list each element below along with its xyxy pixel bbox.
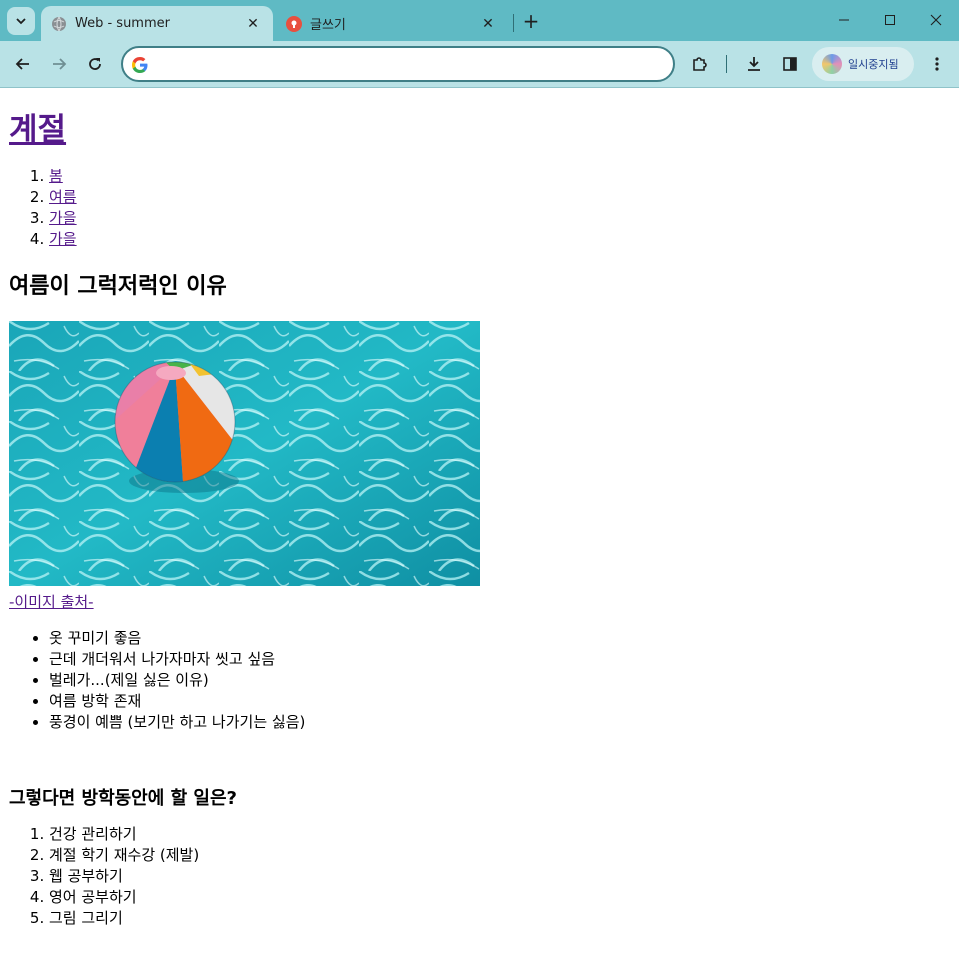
tab-search-button[interactable] <box>7 7 35 35</box>
back-button[interactable] <box>10 51 36 77</box>
menu-button[interactable] <box>924 51 950 77</box>
nav-link-summer[interactable]: 여름 <box>49 188 77 206</box>
address-bar[interactable] <box>121 46 675 82</box>
close-tab-icon[interactable]: ✕ <box>478 14 498 34</box>
google-icon <box>132 57 148 73</box>
nav-link-spring[interactable]: 봄 <box>49 167 63 185</box>
tab-divider <box>513 14 514 32</box>
list-item: 옷 꾸미기 좋음 <box>49 628 950 649</box>
list-item: 그림 그리기 <box>49 908 950 929</box>
address-input[interactable] <box>157 54 657 74</box>
list-item: 건강 관리하기 <box>49 824 950 845</box>
list-item: 가을 <box>49 208 950 229</box>
arrow-left-icon <box>15 58 29 70</box>
avatar <box>822 54 842 74</box>
toolbar-divider <box>726 55 727 73</box>
beach-ball-pool-image <box>9 321 480 586</box>
tab-writing[interactable]: 글쓰기 ✕ <box>276 6 508 41</box>
chevron-down-icon <box>16 18 26 25</box>
profile-button[interactable]: 일시중지됨 <box>812 47 914 81</box>
site-title-link[interactable]: 계절 <box>9 112 66 148</box>
reload-button[interactable] <box>82 51 108 77</box>
more-vert-icon <box>935 57 939 71</box>
list-item: 여름 방학 존재 <box>49 691 950 712</box>
close-tab-icon[interactable]: ✕ <box>243 14 263 34</box>
list-item: 웹 공부하기 <box>49 866 950 887</box>
tab-strip: Web - summer ✕ 글쓰기 ✕ + <box>0 0 959 41</box>
extensions-button[interactable] <box>687 51 713 77</box>
tab-title: 글쓰기 <box>310 18 346 33</box>
maximize-button[interactable] <box>867 0 913 40</box>
close-window-button[interactable] <box>913 0 959 40</box>
side-panel-button[interactable] <box>777 51 803 77</box>
list-item: 가을 <box>49 229 950 250</box>
list-item: 풍경이 예쁨 (보기만 하고 나가기는 싫음) <box>49 712 950 733</box>
toolbar: 일시중지됨 <box>0 41 959 88</box>
puzzle-icon <box>693 57 707 71</box>
section-heading: 여름이 그럭저럭인 이유 <box>9 274 227 299</box>
blog-icon <box>286 15 302 32</box>
page-content: 계절 봄 여름 가을 가을 여름이 그럭저럭인 이유 <box>0 89 959 956</box>
section-subheading: 그렇다면 방학동안에 할 일은? <box>9 788 237 809</box>
minimize-button[interactable] <box>821 0 867 40</box>
close-icon <box>930 14 942 26</box>
tab-web-summer[interactable]: Web - summer ✕ <box>41 6 273 41</box>
download-icon <box>748 57 760 71</box>
reload-icon <box>89 58 101 70</box>
nav-link-autumn[interactable]: 가을 <box>49 209 77 227</box>
list-item: 여름 <box>49 187 950 208</box>
plans-list: 건강 관리하기 계절 학기 재수강 (제발) 웹 공부하기 영어 공부하기 그림… <box>9 824 950 929</box>
image-credit-link[interactable]: -이미지 출처- <box>9 591 950 613</box>
minimize-icon <box>839 19 849 21</box>
reasons-list: 옷 꾸미기 좋음 근데 개더워서 나가자마자 씻고 싶음 벌레가...(제일 싫… <box>9 628 950 733</box>
tab-title: Web - summer <box>75 16 170 31</box>
list-item: 영어 공부하기 <box>49 887 950 908</box>
list-item: 봄 <box>49 166 950 187</box>
downloads-button[interactable] <box>741 51 767 77</box>
profile-label: 일시중지됨 <box>848 58 899 71</box>
side-panel-icon <box>783 57 797 71</box>
forward-button[interactable] <box>46 51 72 77</box>
site-title: 계절 <box>9 111 950 149</box>
list-item: 벌레가...(제일 싫은 이유) <box>49 670 950 691</box>
arrow-right-icon <box>53 58 67 70</box>
season-nav-list: 봄 여름 가을 가을 <box>9 166 950 250</box>
new-tab-button[interactable]: + <box>519 9 543 33</box>
nav-link-autumn-2[interactable]: 가을 <box>49 230 77 248</box>
list-item: 근데 개더워서 나가자마자 씻고 싶음 <box>49 649 950 670</box>
list-item: 계절 학기 재수강 (제발) <box>49 845 950 866</box>
globe-icon <box>51 16 67 32</box>
maximize-icon <box>885 15 895 25</box>
